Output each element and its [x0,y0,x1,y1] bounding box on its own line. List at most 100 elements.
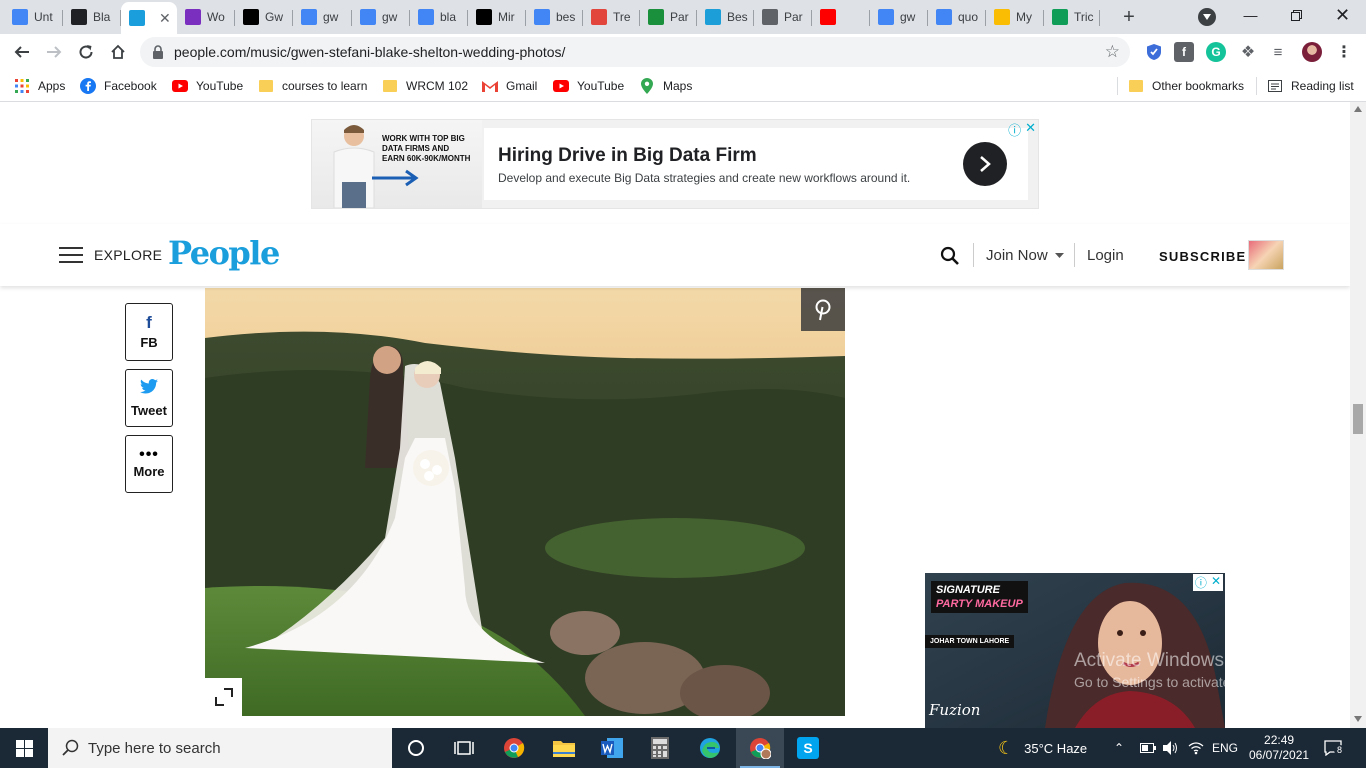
reading-queue-icon[interactable]: ≡ [1268,42,1288,62]
reading-list[interactable]: Reading list [1267,77,1354,95]
bookmark-folder-wrcm[interactable]: WRCM 102 [382,77,468,95]
ad-title[interactable]: Hiring Drive in Big Data Firm [498,145,757,167]
browser-tab[interactable]: Bes [697,3,754,31]
calculator-icon[interactable] [636,728,684,768]
ad-close-icon[interactable]: ✕ [1211,574,1221,591]
bookmark-maps[interactable]: Maps [639,77,692,95]
ad-close-icon[interactable]: ✕ [1025,120,1036,139]
bookmark-facebook[interactable]: Facebook [80,77,157,95]
profile-avatar[interactable] [1302,42,1322,62]
battery-icon[interactable] [1140,728,1156,768]
bookmark-youtube-2[interactable]: YouTube [553,77,624,95]
vertical-scrollbar[interactable] [1350,102,1366,728]
grammarly-icon[interactable]: G [1206,42,1226,62]
forward-button[interactable] [40,38,68,66]
search-icon[interactable] [940,246,960,271]
browser-tab[interactable]: Tric [1044,3,1100,31]
bookmark-apps[interactable]: Apps [14,77,65,95]
lock-icon[interactable] [152,45,164,64]
adchoices-info-icon[interactable]: ⓘ [1195,574,1207,591]
bookmark-star-icon[interactable]: ☆ [1105,42,1120,62]
wedding-photo[interactable] [205,288,845,716]
close-tab-icon[interactable]: ✕ [159,10,171,27]
ad-image[interactable]: WORK WITH TOP BIG DATA FIRMS AND EARN 60… [312,120,482,208]
shield-extension-icon[interactable] [1144,42,1164,62]
browser-tab[interactable]: gw [870,3,928,31]
share-tweet-button[interactable]: Tweet [125,369,173,427]
url-text[interactable]: people.com/music/gwen-stefani-blake-shel… [174,44,565,60]
word-icon[interactable] [588,728,636,768]
facebook-extension-icon[interactable]: f [1174,42,1194,62]
close-window-icon[interactable]: ✕ [1320,0,1365,30]
scrollbar-thumb[interactable] [1353,404,1363,434]
adchoices-info-icon[interactable]: ⓘ [1008,120,1021,139]
bookmarks-divider [1256,77,1257,95]
subscribe-link[interactable]: SUBSCRIBE [1159,249,1246,264]
ad-card[interactable]: Hiring Drive in Big Data Firm Develop an… [484,128,1028,200]
bookmark-youtube[interactable]: YouTube [172,77,243,95]
login-link[interactable]: Login [1087,247,1124,264]
notification-center-icon[interactable]: 8 [1324,728,1346,768]
start-button[interactable] [0,728,48,768]
share-more-button[interactable]: ••• More [125,435,173,493]
browser-tab[interactable]: Unt [4,3,63,31]
menu-icon[interactable] [59,247,83,263]
chrome-profile-icon[interactable] [736,728,784,768]
share-facebook-button[interactable]: f FB [125,303,173,361]
browser-tab[interactable]: Bla [63,3,121,31]
new-tab-button[interactable]: + [1116,5,1142,29]
bookmark-folder-courses[interactable]: courses to learn [258,77,367,95]
explore-link[interactable]: EXPLORE [94,247,162,263]
ad-choices[interactable]: ⓘ ✕ [1008,120,1036,139]
browser-tab[interactable] [812,3,870,31]
cortana-icon[interactable] [392,728,440,768]
clock[interactable]: 22:49 06/07/2021 [1249,728,1309,768]
extensions-puzzle-icon[interactable]: ❖ [1238,42,1258,62]
language-indicator[interactable]: ENG [1212,728,1238,768]
bookmark-gmail[interactable]: Gmail [482,77,537,95]
browser-tab[interactable]: Tre [583,3,640,31]
file-explorer-icon[interactable] [540,728,588,768]
chrome-icon[interactable] [490,728,538,768]
browser-tab[interactable]: Par [640,3,697,31]
scroll-up-icon[interactable] [1354,106,1362,112]
task-view-icon[interactable] [440,728,488,768]
home-button[interactable] [104,38,132,66]
browser-tab[interactable]: bla [410,3,468,31]
skype-icon[interactable]: S [784,728,832,768]
browser-tab[interactable]: Mir [468,3,526,31]
other-bookmarks[interactable]: Other bookmarks [1128,77,1244,95]
browser-tab[interactable]: gw [293,3,352,31]
wifi-icon[interactable] [1188,728,1204,768]
tab-search-icon[interactable] [1198,8,1216,26]
browser-tab[interactable]: bes [526,3,583,31]
restore-icon[interactable] [1274,0,1319,30]
scroll-down-icon[interactable] [1354,716,1362,722]
volume-icon[interactable] [1163,728,1179,768]
browser-tab[interactable]: My [986,3,1044,31]
banner-ad[interactable]: WORK WITH TOP BIG DATA FIRMS AND EARN 60… [311,119,1039,209]
back-button[interactable] [8,38,36,66]
browser-tab[interactable]: ✕ [121,2,177,34]
browser-tab[interactable]: quo [928,3,986,31]
chrome-menu-icon[interactable]: ⋮ [1334,42,1354,62]
address-bar[interactable]: people.com/music/gwen-stefani-blake-shel… [140,37,1130,67]
expand-icon[interactable] [205,678,242,716]
magazine-cover-thumbnail[interactable] [1248,240,1284,270]
join-now-dropdown[interactable]: Join Now [986,247,1064,264]
browser-tab[interactable]: Gw [235,3,293,31]
people-logo[interactable]: People [168,234,280,272]
minimize-icon[interactable]: — [1228,0,1273,30]
ad-arrow-button[interactable] [963,142,1007,186]
browser-tab[interactable]: Wo [177,3,235,31]
pinterest-button[interactable] [801,288,845,331]
r-icon [648,9,664,25]
weather-widget[interactable]: ☾ 35°C Haze [998,728,1087,768]
browser-tab[interactable]: gw [352,3,410,31]
ad-choices[interactable]: ⓘ ✕ [1192,574,1223,591]
edge-icon[interactable] [686,728,734,768]
taskbar-search-box[interactable]: Type here to search [48,728,392,768]
reload-button[interactable] [72,38,100,66]
browser-tab[interactable]: Par [754,3,812,31]
tray-chevron-icon[interactable]: ⌃ [1114,728,1124,768]
